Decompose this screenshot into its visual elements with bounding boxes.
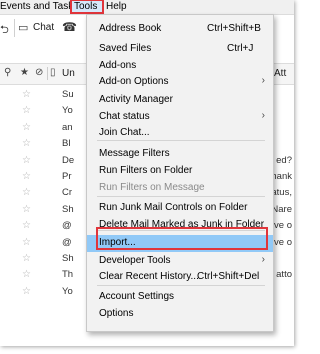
star-icon[interactable]: ☆ (22, 138, 31, 149)
menu-help[interactable]: Help (106, 1, 127, 13)
message-preview: ed? (276, 154, 292, 166)
address-book-icon[interactable]: ☎ (62, 20, 77, 34)
menu-item-label: Add-ons (99, 60, 137, 71)
submenu-arrow-icon: › (261, 254, 265, 265)
menu-item-label: Join Chat... (99, 127, 150, 138)
attachments-column-label[interactable]: Att (274, 68, 286, 79)
message-subject: Su (62, 89, 74, 100)
menu-separator (97, 140, 265, 141)
menu-item-shortcut: Ctrl+Shift+B (207, 23, 261, 34)
menu-item-label: Run Filters on Message (99, 182, 205, 193)
star-icon[interactable]: ☆ (22, 89, 31, 100)
star-icon[interactable]: ☆ (22, 220, 31, 231)
attachment-column-icon[interactable]: ⊘ (35, 67, 43, 78)
menu-item-saved-files[interactable]: Saved Files Ctrl+J (87, 41, 273, 58)
get-messages-icon[interactable]: ⮌ (0, 21, 9, 40)
message-subject: Sh (62, 253, 74, 264)
message-subject: @ (62, 220, 72, 232)
star-icon[interactable]: ☆ (22, 105, 31, 116)
message-subject: Sh (62, 203, 74, 215)
submenu-arrow-icon: › (261, 75, 265, 86)
menu-item-label: Account Settings (99, 291, 175, 302)
submenu-arrow-icon: › (261, 110, 265, 121)
star-icon[interactable]: ☆ (22, 187, 31, 198)
message-subject: Yo (62, 105, 73, 117)
menu-item-add-on-options[interactable]: Add-on Options › (87, 74, 273, 91)
header-separator (47, 67, 48, 80)
menu-item-run-filters-on-folder[interactable]: Run Filters on Folder (87, 163, 273, 180)
menu-item-label: Add-on Options (99, 76, 169, 87)
message-subject: an (62, 121, 73, 133)
menu-item-label: Run Junk Mail Controls on Folder (99, 202, 248, 213)
unread-column-icon[interactable]: ▯ (50, 67, 56, 78)
menu-item-shortcut: Ctrl+Shift+Del (197, 271, 260, 282)
unread-column-label[interactable]: Un (62, 68, 75, 79)
message-subject: Pr (62, 171, 72, 182)
menubar: Events and Tasks Tools Help (0, 0, 294, 15)
import-highlight-box (96, 227, 268, 250)
menu-item-label: Saved Files (99, 43, 152, 54)
menu-item-label: Options (99, 308, 134, 319)
menu-item-label: Run Filters on Folder (99, 165, 193, 176)
menu-item-address-book[interactable]: Address Book Ctrl+Shift+B (87, 21, 273, 38)
star-icon[interactable]: ☆ (22, 269, 31, 280)
menu-item-run-junk-mail-controls[interactable]: Run Junk Mail Controls on Folder (87, 200, 273, 217)
menu-separator (97, 196, 265, 197)
toolbar-separator (14, 19, 15, 37)
menu-tools[interactable]: Tools (74, 1, 97, 13)
message-subject: De (62, 154, 75, 166)
message-preview: atto (276, 269, 292, 281)
star-icon[interactable]: ☆ (22, 122, 31, 133)
menu-item-clear-recent-history[interactable]: Clear Recent History... Ctrl+Shift+Del (87, 269, 273, 286)
message-subject: Bl (62, 138, 71, 150)
star-icon[interactable]: ☆ (22, 286, 31, 297)
message-subject: Yo (62, 285, 73, 297)
message-subject: @ (62, 236, 72, 248)
menu-item-label: Clear Recent History... (99, 271, 199, 282)
menu-item-run-filters-on-message: Run Filters on Message (87, 180, 273, 197)
tools-menu: Address Book Ctrl+Shift+B Saved Files Ctrl+… (86, 14, 274, 332)
starred-column-icon[interactable]: ★ (20, 67, 29, 78)
menu-item-label: Developer Tools (99, 255, 171, 266)
menu-item-label: Message Filters (99, 148, 170, 159)
star-icon[interactable]: ☆ (22, 253, 31, 264)
menu-item-label: Address Book (99, 23, 162, 34)
menu-item-activity-manager[interactable]: Activity Manager (87, 92, 273, 109)
thread-icon[interactable]: ⚲ (4, 67, 11, 78)
menu-item-label: Activity Manager (99, 94, 173, 105)
star-icon[interactable]: ☆ (22, 204, 31, 215)
menu-item-account-settings[interactable]: Account Settings (87, 289, 273, 306)
menu-item-label: Chat status (99, 111, 150, 122)
message-subject: Cr (62, 187, 73, 199)
menu-item-chat-status[interactable]: Chat status › (87, 109, 273, 126)
message-preview: Nare (271, 203, 292, 215)
menu-item-developer-tools[interactable]: Developer Tools › (87, 253, 273, 270)
star-icon[interactable]: ☆ (22, 171, 31, 182)
star-icon[interactable]: ☆ (22, 155, 31, 166)
menu-events-and-tasks[interactable]: Events and Tasks (0, 1, 78, 13)
star-icon[interactable]: ☆ (22, 237, 31, 248)
chat-button[interactable]: Chat (33, 22, 54, 33)
chat-icon[interactable]: ▭ (18, 21, 28, 34)
menu-item-shortcut: Ctrl+J (227, 43, 254, 54)
message-subject: Th (62, 269, 74, 281)
menu-item-message-filters[interactable]: Message Filters (87, 146, 273, 163)
menu-item-add-ons[interactable]: Add-ons (87, 58, 273, 75)
menu-separator (97, 285, 265, 286)
menu-item-options[interactable]: Options (87, 306, 273, 323)
